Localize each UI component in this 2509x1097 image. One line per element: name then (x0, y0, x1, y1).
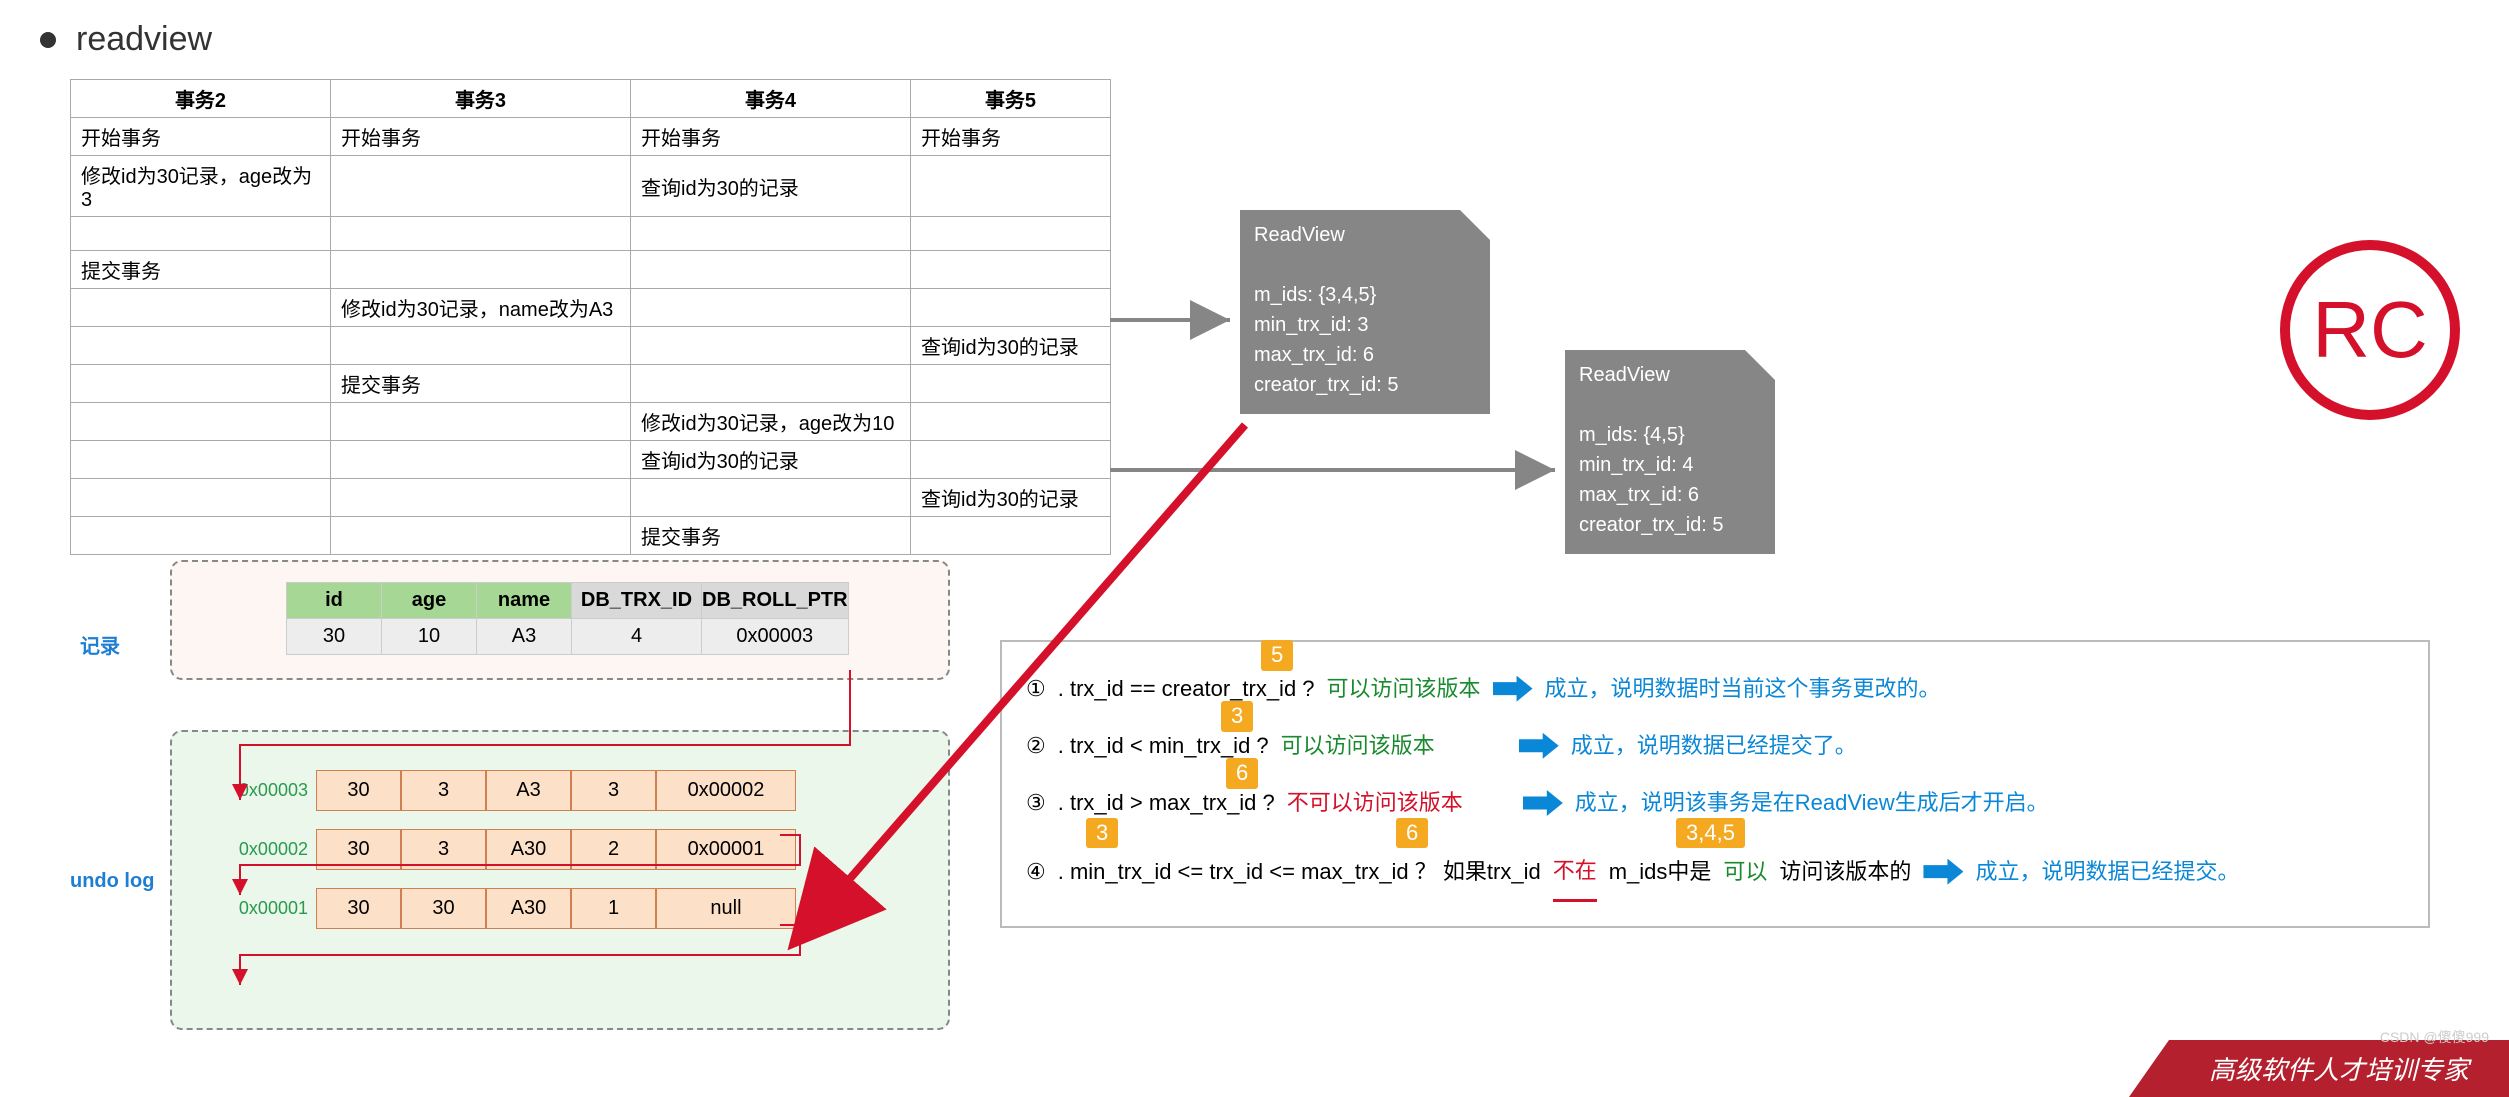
readview-card-1: ReadView m_ids: {3,4,5} min_trx_id: 3 ma… (1240, 210, 1490, 414)
table-row: 提交事务 (71, 517, 1111, 555)
table-row: 修改id为30记录，age改为3查询id为30的记录 (71, 156, 1111, 217)
tag-6a: 6 (1226, 758, 1258, 789)
undo-row: 0x000013030A301null (226, 888, 924, 929)
trx-header: 事务2 (71, 80, 331, 118)
record-header: name (477, 583, 572, 619)
record-header: id (287, 583, 382, 619)
record-label: 记录 (80, 630, 120, 659)
trx-header: 事务3 (331, 80, 631, 118)
tag-3a: 3 (1221, 701, 1253, 732)
footer-banner: 高级软件人才培训专家 (2129, 1040, 2509, 1097)
rv1-title: ReadView (1254, 220, 1476, 250)
tag-5: 5 (1261, 640, 1293, 671)
page-title: readview (76, 20, 212, 59)
arrow-icon (1519, 733, 1559, 759)
table-row: 提交事务 (71, 251, 1111, 289)
rv1-max: max_trx_id: 6 (1254, 340, 1476, 370)
tag-345: 3,4,5 (1676, 818, 1745, 849)
record-header: age (382, 583, 477, 619)
rules-box: 5 ① . trx_id == creator_trx_id ? 可以访问该版本… (1000, 640, 2430, 928)
arrow-icon (1493, 676, 1533, 702)
table-row: 修改id为30记录，age改为10 (71, 403, 1111, 441)
rv1-mids: m_ids: {3,4,5} (1254, 280, 1476, 310)
record-box: idagenameDB_TRX_IDDB_ROLL_PTR 3010A340x0… (170, 560, 950, 680)
record-table: idagenameDB_TRX_IDDB_ROLL_PTR 3010A340x0… (286, 582, 849, 655)
rule-4: 3 6 3,4,5 ④ . min_trx_id <= trx_id <= ma… (1026, 842, 2404, 902)
ptr-label: 0x00002 (226, 839, 316, 860)
arrow-icon (1923, 859, 1963, 885)
rc-badge: RC (2280, 240, 2460, 420)
readview-card-2: ReadView m_ids: {4,5} min_trx_id: 4 max_… (1565, 350, 1775, 554)
undo-row: 0x00003303A330x00002 (226, 770, 924, 811)
rv2-title: ReadView (1579, 360, 1761, 390)
undo-box: 0x00003303A330x00002 0x00002303A3020x0000… (170, 730, 950, 1030)
trx-header: 事务4 (631, 80, 911, 118)
table-row: 查询id为30的记录 (71, 479, 1111, 517)
rv2-mids: m_ids: {4,5} (1579, 420, 1761, 450)
record-header: DB_TRX_ID (572, 583, 702, 619)
table-row: 查询id为30的记录 (71, 441, 1111, 479)
ptr-label: 0x00003 (226, 780, 316, 801)
table-row: 查询id为30的记录 (71, 327, 1111, 365)
table-row: 提交事务 (71, 365, 1111, 403)
rv2-min: min_trx_id: 4 (1579, 450, 1761, 480)
ptr-label: 0x00001 (226, 898, 316, 919)
transaction-table: 事务2事务3事务4事务5 开始事务开始事务开始事务开始事务修改id为30记录，a… (70, 79, 1111, 555)
record-header: DB_ROLL_PTR (702, 583, 849, 619)
rv2-max: max_trx_id: 6 (1579, 480, 1761, 510)
trx-header: 事务5 (911, 80, 1111, 118)
watermark: CSDN @傻傻999 (2380, 1027, 2489, 1047)
table-row: 修改id为30记录，name改为A3 (71, 289, 1111, 327)
table-row: 开始事务开始事务开始事务开始事务 (71, 118, 1111, 156)
undo-row: 0x00002303A3020x00001 (226, 829, 924, 870)
bullet-icon (40, 32, 56, 48)
table-row (71, 217, 1111, 251)
undo-label: undo log (70, 870, 154, 893)
page-header: readview (40, 20, 2469, 59)
arrow-icon (1523, 790, 1563, 816)
tag-3b: 3 (1086, 818, 1118, 849)
tag-6b: 6 (1396, 818, 1428, 849)
rv1-creator: creator_trx_id: 5 (1254, 370, 1476, 400)
rv1-min: min_trx_id: 3 (1254, 310, 1476, 340)
rv2-creator: creator_trx_id: 5 (1579, 510, 1761, 540)
